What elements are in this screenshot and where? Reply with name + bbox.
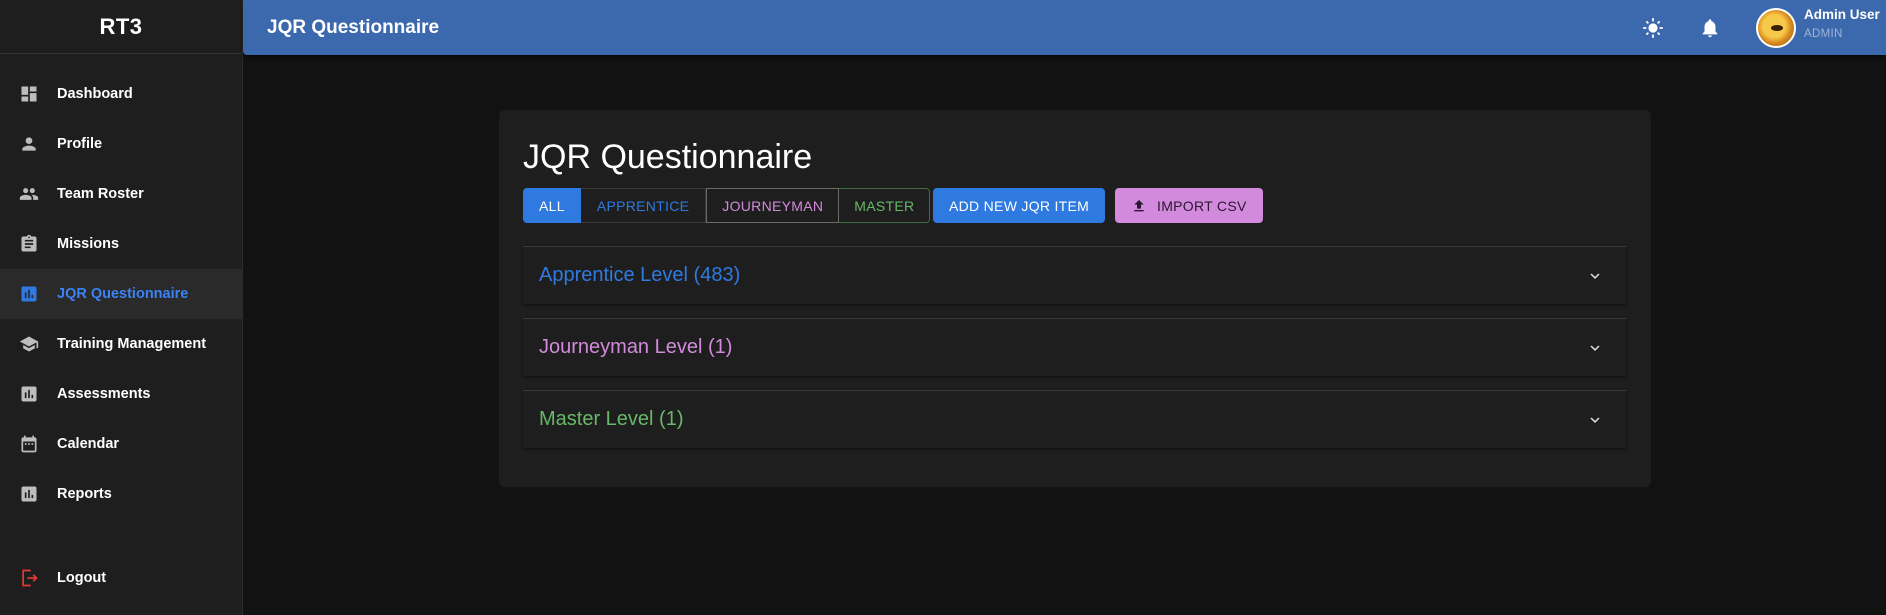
clipboard-icon	[19, 234, 39, 254]
bar-chart-icon	[19, 284, 39, 304]
upload-icon	[1134, 199, 1144, 211]
sidebar-nav: Dashboard Profile Team Roster Missions J…	[0, 69, 242, 519]
logout-icon	[19, 568, 39, 588]
level-filter-group: ALL APPRENTICE JOURNEYMAN MASTER	[523, 188, 931, 223]
sidebar-item-profile[interactable]: Profile	[0, 119, 242, 169]
sidebar-item-training-management[interactable]: Training Management	[0, 319, 242, 369]
chevron-down-icon[interactable]	[1586, 411, 1604, 429]
app-brand: RT3	[0, 0, 242, 54]
reports-icon	[19, 484, 39, 504]
accordion-label: Apprentice Level (483)	[539, 264, 741, 286]
sidebar-item-label: Reports	[57, 486, 112, 502]
accordion-label: Journeyman Level (1)	[539, 336, 733, 358]
sidebar-item-team-roster[interactable]: Team Roster	[0, 169, 242, 219]
group-icon	[19, 184, 39, 204]
sidebar-item-calendar[interactable]: Calendar	[0, 419, 242, 469]
sidebar-item-label: Team Roster	[57, 186, 144, 202]
filter-apprentice-button[interactable]: APPRENTICE	[580, 188, 707, 223]
filter-journeyman-button[interactable]: JOURNEYMAN	[706, 188, 840, 223]
import-csv-button[interactable]: IMPORT CSV	[1115, 188, 1263, 223]
accordion-master-level[interactable]: Master Level (1)	[523, 390, 1626, 448]
accordion-label: Master Level (1)	[539, 408, 684, 430]
jqr-card: JQR Questionnaire ALL APPRENTICE JOURNEY…	[499, 110, 1651, 487]
sidebar-item-jqr-questionnaire[interactable]: JQR Questionnaire	[0, 269, 242, 319]
user-role: ADMIN	[1804, 28, 1843, 40]
user-avatar[interactable]	[1756, 7, 1796, 48]
school-icon	[19, 334, 39, 354]
user-name: Admin User	[1804, 7, 1880, 22]
sidebar-item-label: JQR Questionnaire	[57, 286, 189, 302]
chevron-down-icon[interactable]	[1586, 339, 1604, 357]
sidebar-item-label: Training Management	[57, 336, 207, 352]
sidebar-item-missions[interactable]: Missions	[0, 219, 242, 269]
sidebar-item-label: Assessments	[57, 386, 151, 402]
logout-button[interactable]: Logout	[0, 553, 242, 603]
accordion-apprentice-level[interactable]: Apprentice Level (483)	[523, 246, 1626, 304]
notifications-bell-icon[interactable]	[1698, 16, 1722, 40]
sidebar-item-reports[interactable]: Reports	[0, 469, 242, 519]
sidebar-item-label: Missions	[57, 236, 120, 252]
sidebar-item-label: Dashboard	[57, 86, 133, 102]
sidebar: RT3 Dashboard Profile Team Roster Missio…	[0, 0, 243, 615]
dashboard-icon	[19, 84, 39, 104]
sidebar-item-assessments[interactable]: Assessments	[0, 369, 242, 419]
add-jqr-item-button[interactable]: ADD NEW JQR ITEM	[933, 188, 1106, 223]
sidebar-item-label: Calendar	[57, 436, 120, 452]
calendar-icon	[19, 434, 39, 454]
accordion-journeyman-level[interactable]: Journeyman Level (1)	[523, 318, 1626, 376]
filter-all-button[interactable]: ALL	[523, 188, 581, 223]
card-title: JQR Questionnaire	[523, 138, 813, 176]
topbar: JQR Questionnaire Admin User ADMIN	[243, 0, 1886, 55]
logout-label: Logout	[57, 570, 107, 586]
topbar-actions: Admin User ADMIN	[1641, 0, 1886, 55]
person-icon	[19, 134, 39, 154]
filter-master-button[interactable]: MASTER	[839, 188, 931, 223]
import-csv-label: IMPORT CSV	[1157, 197, 1247, 214]
page-title: JQR Questionnaire	[267, 16, 440, 38]
sidebar-item-label: Profile	[57, 136, 103, 152]
theme-toggle-sun-icon[interactable]	[1641, 16, 1665, 40]
chevron-down-icon[interactable]	[1586, 267, 1604, 285]
assessment-icon	[19, 384, 39, 404]
sidebar-item-dashboard[interactable]: Dashboard	[0, 69, 242, 119]
user-info[interactable]: Admin User ADMIN	[1804, 7, 1886, 40]
